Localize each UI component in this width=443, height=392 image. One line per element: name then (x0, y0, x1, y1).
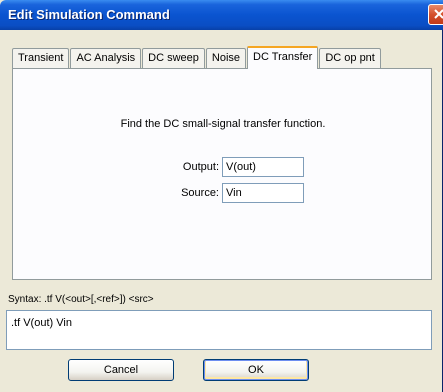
output-label: Output: (182, 161, 219, 173)
panel-description: Find the DC small-signal transfer functi… (120, 118, 326, 130)
output-field[interactable] (222, 157, 304, 177)
dialog-window: Edit Simulation Command Transient AC Ana… (0, 0, 443, 392)
tab-noise[interactable]: Noise (205, 48, 247, 68)
cancel-button[interactable]: Cancel (68, 359, 174, 381)
tab-transient[interactable]: Transient (12, 48, 70, 68)
close-icon (434, 9, 443, 19)
tab-dc-sweep[interactable]: DC sweep (142, 48, 205, 68)
output-row: Output: (163, 157, 323, 177)
title-bar[interactable]: Edit Simulation Command (0, 0, 443, 30)
tab-ac-analysis[interactable]: AC Analysis (70, 48, 142, 68)
dc-transfer-panel: Find the DC small-signal transfer functi… (12, 68, 432, 280)
tab-dc-op-pnt[interactable]: DC op pnt (319, 48, 381, 68)
command-text-area[interactable]: .tf V(out) Vin (6, 310, 432, 350)
source-field[interactable] (222, 183, 304, 203)
tab-dc-transfer[interactable]: DC Transfer (247, 46, 319, 69)
tab-bar: Transient AC Analysis DC sweep Noise DC … (12, 46, 382, 69)
window-title: Edit Simulation Command (8, 7, 170, 22)
source-row: Source: (163, 183, 323, 203)
source-label: Source: (181, 187, 219, 199)
close-button[interactable] (428, 4, 443, 25)
syntax-text: Syntax: .tf V(<out>[,<ref>]) <src> (8, 294, 154, 305)
ok-button[interactable]: OK (203, 359, 309, 381)
